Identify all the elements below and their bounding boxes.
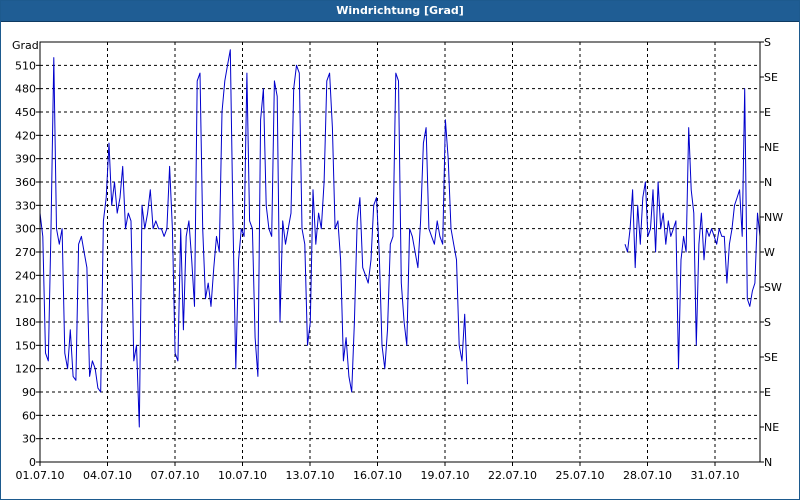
y-tick-label: 180 bbox=[15, 316, 36, 329]
y-tick-label: 240 bbox=[15, 269, 36, 282]
x-tick-label: 13.07.10 bbox=[286, 469, 335, 482]
x-tick-label: 01.07.10 bbox=[16, 469, 65, 482]
right-tick-label: W bbox=[764, 246, 775, 259]
y-tick-label: 30 bbox=[22, 433, 36, 446]
y-tick-label: 300 bbox=[15, 223, 36, 236]
right-tick-label: N bbox=[764, 176, 772, 189]
x-tick-label: 16.07.10 bbox=[353, 469, 402, 482]
x-tick-label: 28.07.10 bbox=[623, 469, 672, 482]
y-tick-label: 330 bbox=[15, 199, 36, 212]
y-tick-label: 450 bbox=[15, 106, 36, 119]
right-tick-label: E bbox=[764, 386, 771, 399]
y-tick-label: 360 bbox=[15, 176, 36, 189]
y-tick-label: 480 bbox=[15, 83, 36, 96]
y-tick-label: 390 bbox=[15, 153, 36, 166]
y-axis-label: Grad bbox=[12, 39, 39, 52]
x-tick-label: 07.07.10 bbox=[151, 469, 200, 482]
right-tick-label: SE bbox=[764, 71, 778, 84]
x-tick-label: 31.07.10 bbox=[691, 469, 740, 482]
y-tick-label: 90 bbox=[22, 386, 36, 399]
right-tick-label: NW bbox=[764, 211, 783, 224]
y-tick-label: 0 bbox=[29, 456, 36, 469]
x-tick-label: 25.07.10 bbox=[556, 469, 605, 482]
line-chart: 0 30 60 90 120 150 180 210 240 270 300 330 360 390 420… bbox=[12, 36, 783, 482]
y-tick-label: 60 bbox=[22, 409, 36, 422]
y-tick-label: 210 bbox=[15, 293, 36, 306]
right-axis-ticks: N NE E SE S SW W NW N NE E SE S bbox=[760, 36, 783, 469]
y-tick-label: 420 bbox=[15, 129, 36, 142]
right-tick-label: NE bbox=[764, 141, 779, 154]
y-tick-label: 270 bbox=[15, 246, 36, 259]
x-axis-ticks: 01.07.10 04.07.10 07.07.10 10.07.10 13.07.10… bbox=[16, 462, 740, 482]
y-tick-label: 510 bbox=[15, 59, 36, 72]
y-tick-label: 150 bbox=[15, 339, 36, 352]
y-axis-ticks: 0 30 60 90 120 150 180 210 240 270 300 330 360 390 420… bbox=[15, 59, 40, 469]
right-tick-label: E bbox=[764, 106, 771, 119]
x-tick-label: 10.07.10 bbox=[218, 469, 267, 482]
right-tick-label: S bbox=[764, 36, 771, 49]
x-tick-label: 22.07.10 bbox=[488, 469, 537, 482]
x-tick-label: 19.07.10 bbox=[421, 469, 470, 482]
y-tick-label: 120 bbox=[15, 363, 36, 376]
right-tick-label: NE bbox=[764, 421, 779, 434]
right-tick-label: N bbox=[764, 456, 772, 469]
right-tick-label: SW bbox=[764, 281, 782, 294]
right-tick-label: SE bbox=[764, 351, 778, 364]
right-tick-label: S bbox=[764, 316, 771, 329]
x-tick-label: 04.07.10 bbox=[83, 469, 132, 482]
